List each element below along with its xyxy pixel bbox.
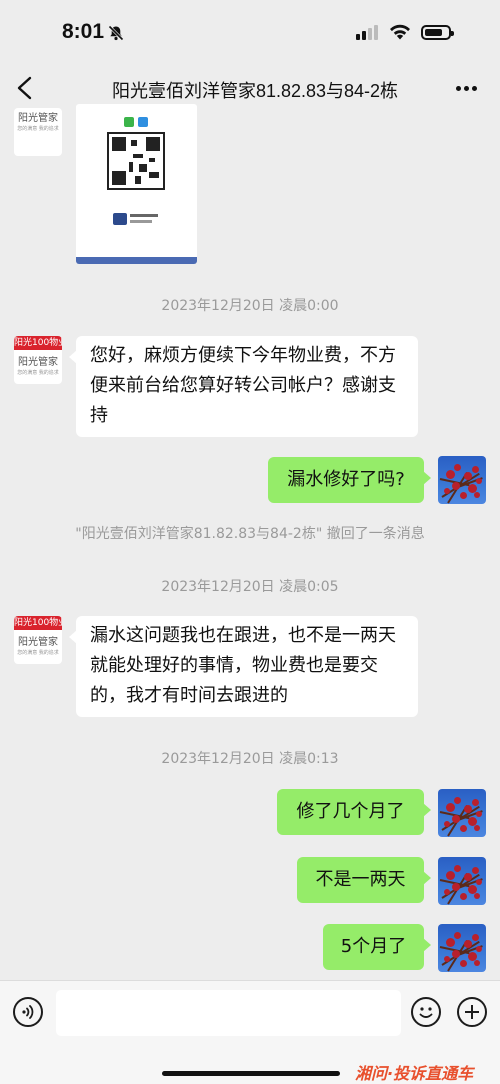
company-logo (113, 213, 158, 225)
home-indicator (162, 1071, 340, 1076)
my-avatar[interactable] (438, 456, 486, 504)
qr-code (107, 132, 165, 190)
back-arrow-icon[interactable] (14, 76, 36, 100)
chat-header: 阳光壹佰刘洋管家81.82.83与84-2栋 (0, 60, 500, 116)
more-options-icon[interactable] (456, 86, 478, 92)
incoming-message[interactable]: 您好，麻烦方便续下今年物业费，不方便来前台给您算好转公司帐户？感谢支持 (69, 336, 418, 437)
payment-icons (124, 112, 152, 131)
chat-title: 阳光壹佰刘洋管家81.82.83与84-2栋 (111, 81, 399, 101)
recall-notice: "阳光壹佰刘洋管家81.82.83与84-2栋" 撤回了一条消息 (75, 526, 425, 542)
incoming-message[interactable]: 漏水这问题我也在跟进，也不是一两天就能处理好的事情，物业费也是要交的，我才有时间… (69, 616, 418, 717)
message-text-input[interactable] (56, 990, 401, 1036)
add-more-icon[interactable] (457, 997, 487, 1027)
emoji-icon[interactable] (411, 997, 441, 1027)
contact-avatar[interactable]: 阳光管家 您的满意 我的追求 (14, 108, 62, 156)
contact-avatar[interactable]: 阳光100物业 阳光管家 您的满意 我的追求 (14, 336, 62, 384)
outgoing-message[interactable]: 5个月了 (323, 924, 431, 970)
my-avatar[interactable] (438, 789, 486, 837)
voice-input-icon[interactable] (13, 997, 43, 1027)
outgoing-message[interactable]: 修了几个月了 (277, 789, 431, 835)
my-avatar[interactable] (438, 857, 486, 905)
outgoing-message[interactable]: 漏水修好了吗? (268, 457, 431, 503)
wifi-icon (390, 24, 410, 40)
watermark: 湘问·投诉直通车 (355, 1064, 474, 1083)
contact-avatar[interactable]: 阳光100物业 阳光管家 您的满意 我的追求 (14, 616, 62, 664)
mute-bell-icon (108, 25, 124, 41)
status-time: 8:01 (62, 20, 105, 43)
status-bar: 8:01 (0, 0, 500, 60)
battery-icon (421, 25, 454, 40)
my-avatar[interactable] (438, 924, 486, 972)
message-timestamp: 2023年12月20日 凌晨0:00 (161, 298, 339, 314)
qr-code-image-message[interactable] (76, 104, 197, 264)
message-timestamp: 2023年12月20日 凌晨0:05 (161, 579, 339, 595)
outgoing-message[interactable]: 不是一两天 (297, 857, 431, 903)
message-timestamp: 2023年12月20日 凌晨0:13 (161, 751, 339, 767)
